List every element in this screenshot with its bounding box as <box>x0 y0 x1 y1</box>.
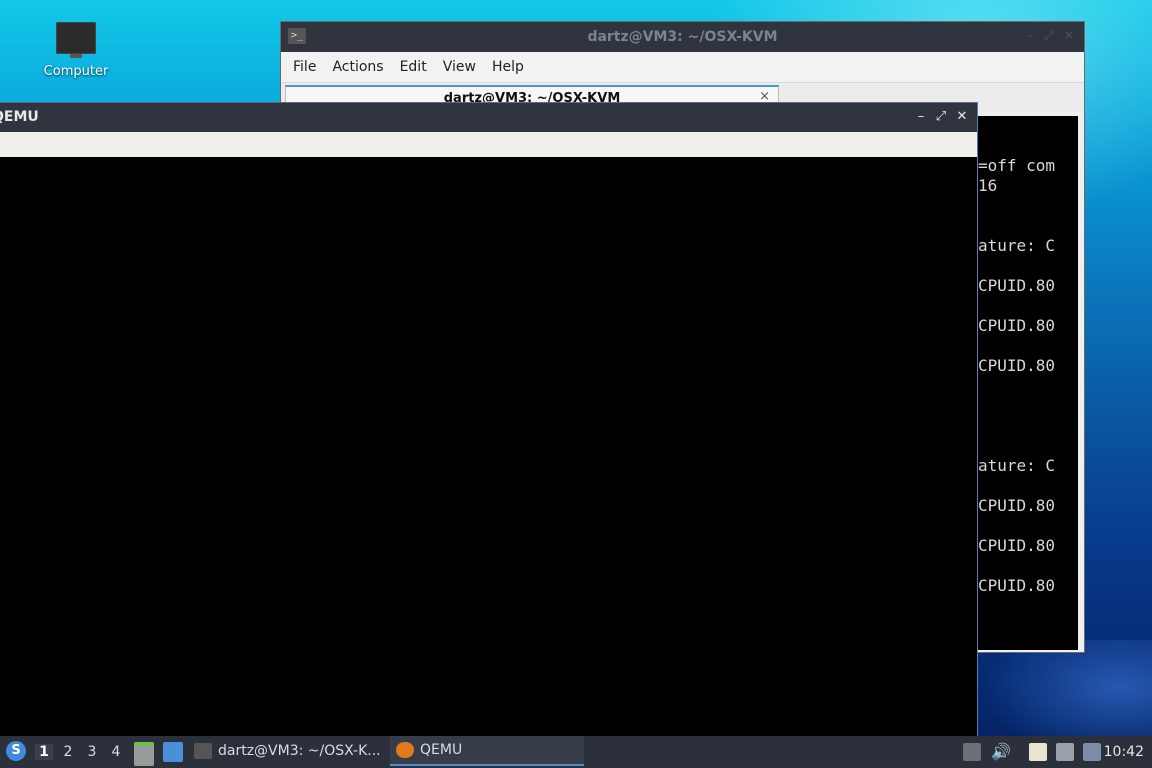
terminal-output[interactable]: =off com 16 ature: C CPUID.80 CPUID.80 C… <box>978 116 1078 650</box>
terminal-line: CPUID.80 <box>978 576 1056 595</box>
qemu-titlebar[interactable]: QEMU – ⤢ ✕ <box>0 102 977 132</box>
terminal-window-title: dartz@VM3: ~/OSX-KVM <box>587 29 778 45</box>
task-label: dartz@VM3: ~/OSX-K... <box>218 743 381 759</box>
menu-actions[interactable]: Actions <box>324 59 391 75</box>
workspace-2[interactable]: 2 <box>59 744 77 760</box>
network-icon[interactable] <box>1056 743 1074 761</box>
computer-icon <box>56 22 96 58</box>
maximize-icon[interactable]: ⤢ <box>1043 30 1055 42</box>
workspace-4[interactable]: 4 <box>107 744 125 760</box>
menu-file[interactable]: File <box>285 59 324 75</box>
task-label: QEMU <box>420 742 463 758</box>
menu-edit[interactable]: Edit <box>392 59 435 75</box>
desktop-icon-computer[interactable]: Computer <box>36 22 116 79</box>
minimize-icon[interactable]: – <box>914 109 928 125</box>
desktop-icon-label: Computer <box>43 64 109 79</box>
terminal-line: CPUID.80 <box>978 276 1056 295</box>
terminal-line: ature: C <box>978 236 1056 255</box>
maximize-icon[interactable]: ⤢ <box>934 109 948 125</box>
qemu-window-title: QEMU <box>0 109 39 125</box>
tray-up-icon[interactable] <box>963 743 981 761</box>
lxqt-menu-icon[interactable]: S <box>6 741 26 761</box>
terminal-line: CPUID.80 <box>978 536 1056 555</box>
terminal-menubar: File Actions Edit View Help <box>281 52 1084 83</box>
terminal-line: 16 <box>978 176 998 195</box>
minimize-icon[interactable]: – <box>1024 30 1036 42</box>
file-manager-icon[interactable] <box>134 742 154 766</box>
task-qemu[interactable]: QEMU <box>390 736 584 766</box>
notification-icon[interactable] <box>1083 743 1101 761</box>
taskbar: S 1 2 3 4 dartz@VM3: ~/OSX-K... QEMU 🔊 1… <box>0 736 1152 768</box>
qemu-menubar <box>0 132 977 158</box>
close-icon[interactable]: ✕ <box>955 109 969 125</box>
terminal-line: CPUID.80 <box>978 356 1056 375</box>
terminal-line: ature: C <box>978 456 1056 475</box>
show-desktop-icon[interactable] <box>163 742 183 762</box>
task-terminal[interactable]: dartz@VM3: ~/OSX-K... <box>194 736 382 766</box>
menu-help[interactable]: Help <box>484 59 532 75</box>
qemu-window[interactable]: QEMU – ⤢ ✕ <box>0 102 977 736</box>
workspace-3[interactable]: 3 <box>83 744 101 760</box>
qemu-icon <box>396 742 414 758</box>
terminal-icon <box>194 743 212 759</box>
close-icon[interactable]: ✕ <box>1063 30 1075 42</box>
menu-view[interactable]: View <box>435 59 484 75</box>
qemu-display[interactable] <box>0 157 977 736</box>
volume-icon[interactable]: 🔊 <box>991 743 1011 761</box>
terminal-line: CPUID.80 <box>978 316 1056 335</box>
workspace-1[interactable]: 1 <box>35 744 53 760</box>
clock[interactable]: 10:42 <box>1104 744 1144 760</box>
terminal-titlebar[interactable]: >_ dartz@VM3: ~/OSX-KVM – ⤢ ✕ <box>281 22 1084 52</box>
terminal-line: CPUID.80 <box>978 496 1056 515</box>
clipboard-icon[interactable] <box>1029 743 1047 761</box>
terminal-line: =off com <box>978 156 1056 175</box>
